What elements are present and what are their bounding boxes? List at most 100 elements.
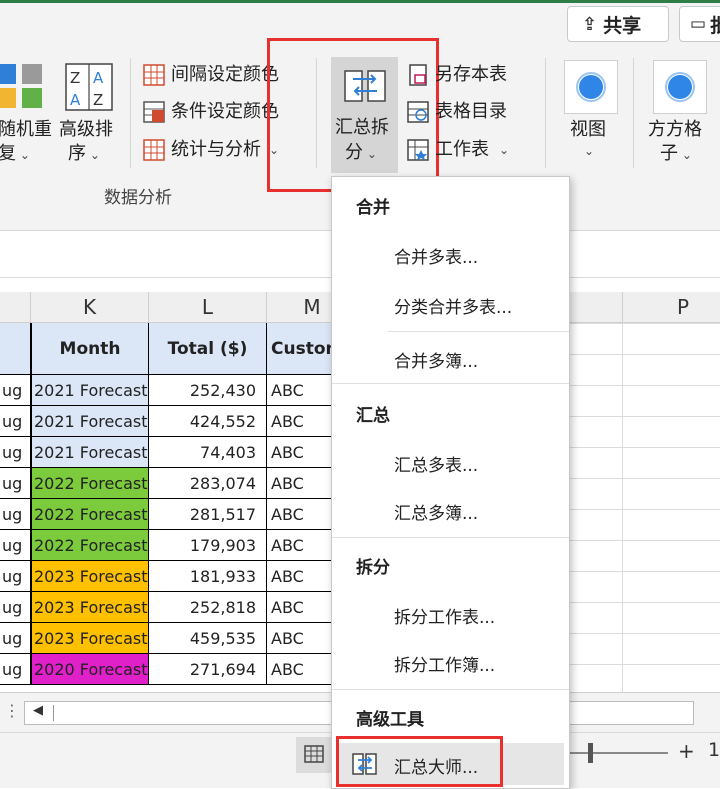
view-label: 视图 [570,119,606,140]
fangfang-label-1: 方方格 [648,119,702,140]
condition-color-button[interactable]: 条件设定颜色 [143,99,279,125]
cell-prev-col[interactable]: ug [0,623,31,654]
menu-divider [332,689,569,690]
save-sheet-icon [409,64,427,86]
fangfang-button[interactable] [653,60,707,114]
table-header-total[interactable]: Total ($) [149,323,267,375]
grid-row-line [568,478,720,479]
fangfang-circle-icon [665,72,695,102]
cell-prev-col[interactable]: ug [0,406,31,437]
merge-split-dropdown-menu: 合并 合并多表... 分类合并多表... 合并多簿... 汇总 汇总多表... … [331,176,570,789]
worksheet-icon [407,139,429,161]
cell-month[interactable]: 2021 Forecast [31,437,149,468]
svg-text:Z: Z [93,91,103,109]
chevron-down-icon: ⌄ [499,143,510,157]
cell-prev-col[interactable]: ug [0,437,31,468]
cell-total[interactable]: 74,403 [149,437,267,468]
group-label-data-analysis: 数据分析 [104,188,172,208]
cell-total[interactable]: 179,903 [149,530,267,561]
menu-item-split-book[interactable]: 拆分工作簿... [394,651,495,676]
save-sheet-button[interactable]: 另存本表 [407,62,507,88]
cell-prev-col[interactable]: ug [0,654,31,685]
menu-section-merge: 合并 [356,198,390,218]
column-header-k[interactable]: K [31,292,149,323]
grid-color-icon [143,64,165,86]
menu-item-sum-multi-books[interactable]: 汇总多簿... [394,499,478,524]
cell-prev-col[interactable]: ug [0,561,31,592]
zoom-slider-track[interactable] [568,752,668,754]
grid-row-line [568,323,720,324]
grid-col-line [622,323,623,692]
cell-month[interactable]: 2020 Forecast [31,654,149,685]
cell-total[interactable]: 252,818 [149,592,267,623]
share-label: 共享 [603,14,642,37]
grid-row-line [568,509,720,510]
comment-button[interactable]: ▭ 批 [679,6,720,42]
table-header-cell[interactable] [0,323,31,375]
grid-row-line [568,602,720,603]
stats-grid-icon [143,139,165,161]
interval-color-button[interactable]: 间隔设定颜色 [143,62,279,88]
cell-month[interactable]: 2022 Forecast [31,499,149,530]
cell-prev-col[interactable]: ug [0,499,31,530]
normal-view-button[interactable] [296,737,332,773]
random-repeat-icon[interactable] [0,62,46,112]
cell-prev-col[interactable]: ug [0,375,31,406]
cell-month[interactable]: 2021 Forecast [31,375,149,406]
share-button[interactable]: ⇪ 共享 [567,6,669,42]
cell-total[interactable]: 281,517 [149,499,267,530]
menu-item-sum-multi-sheets[interactable]: 汇总多表... [394,451,478,476]
color-grid-icon [0,64,42,108]
zoom-in-button[interactable]: + [678,739,695,763]
cell-month[interactable]: 2021 Forecast [31,406,149,437]
stats-analysis-label: 统计与分析 [171,139,261,160]
advanced-sort-label-1: 高级排 [59,119,113,140]
column-header-l[interactable]: L [149,292,267,323]
column-header-p[interactable]: P [623,292,720,323]
grid-row-line [568,354,720,355]
worksheet-button[interactable]: 工作表 ⌄ [407,137,509,163]
cell-month[interactable]: 2022 Forecast [31,530,149,561]
view-button[interactable] [564,60,618,114]
table-toc-button[interactable]: 表格目录 [407,99,507,125]
cell-total[interactable]: 271,694 [149,654,267,685]
comment-label: 批 [710,14,720,37]
menu-item-merge-multi-sheets[interactable]: 合并多表... [394,243,478,268]
chevron-down-icon: ⌄ [678,148,692,162]
cell-total[interactable]: 459,535 [149,623,267,654]
stats-analysis-button[interactable]: 统计与分析 ⌄ [143,137,279,163]
table-toc-label: 表格目录 [435,101,507,122]
cell-prev-col[interactable]: ug [0,592,31,623]
more-icon[interactable]: ⋮ [4,701,20,720]
zoom-slider-thumb[interactable] [588,743,593,763]
cell-total[interactable]: 424,552 [149,406,267,437]
cell-month[interactable]: 2022 Forecast [31,468,149,499]
random-repeat-label-2: 复 ⌄ [0,143,30,164]
cell-month[interactable]: 2023 Forecast [31,561,149,592]
share-icon: ⇪ [582,13,598,35]
cell-month[interactable]: 2023 Forecast [31,592,149,623]
highlight-box-summary-master [336,736,503,787]
cell-total[interactable]: 181,933 [149,561,267,592]
worksheet-label: 工作表 [435,139,489,160]
table-header-month[interactable]: Month [31,323,149,375]
svg-text:A: A [70,91,81,109]
advanced-sort-button[interactable]: Z A A Z [64,62,114,116]
menu-item-merge-multi-books[interactable]: 合并多簿... [394,347,478,372]
scroll-left-icon[interactable]: ◀ [33,703,43,718]
cell-month[interactable]: 2023 Forecast [31,623,149,654]
zoom-percent: 1 [708,739,720,761]
cell-prev-col[interactable]: ug [0,468,31,499]
cell-total[interactable]: 252,430 [149,375,267,406]
menu-item-split-sheet[interactable]: 拆分工作表... [394,603,495,628]
chevron-down-icon: ⌄ [584,144,595,158]
menu-section-split: 拆分 [356,558,390,578]
random-repeat-label-1: 随机重 [0,119,52,140]
view-circle-icon [576,72,606,102]
column-header-blank[interactable] [0,292,31,323]
cell-total[interactable]: 283,074 [149,468,267,499]
empty-grid-area[interactable] [568,323,720,692]
fangfang-label-2: 子 ⌄ [660,143,692,164]
menu-item-classify-merge[interactable]: 分类合并多表... [394,293,512,318]
cell-prev-col[interactable]: ug [0,530,31,561]
